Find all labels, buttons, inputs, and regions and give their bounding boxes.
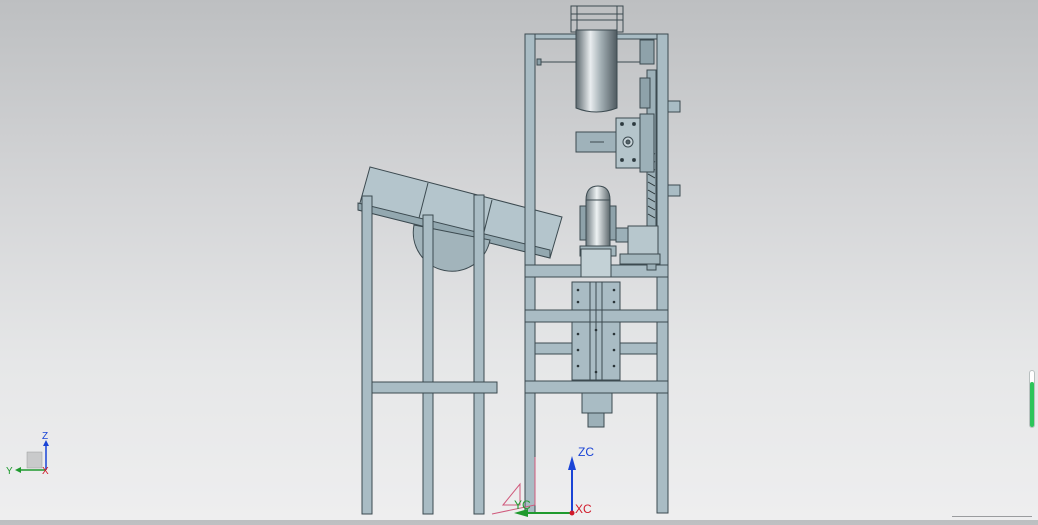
view-scroll-indicator[interactable] [1029,370,1035,428]
left-support-frame[interactable] [361,194,498,515]
scroll-indicator-fill [1030,382,1034,427]
linear-slide-column[interactable] [571,281,621,428]
zc-arrow-icon [568,456,576,470]
mini-z-label: Z [42,431,48,442]
datum-triad[interactable]: ZC YC XC [491,445,594,517]
xc-origin-icon [569,510,575,516]
view-orientation-triad[interactable]: Z Y X [6,431,49,477]
spool-drum[interactable] [536,5,655,113]
xc-label: XC [575,502,592,516]
mini-y-arrow-icon [15,467,21,473]
horizontal-actuator[interactable] [575,113,655,173]
triad-cube-icon [26,451,43,469]
yc-label: YC [514,498,531,512]
graphics-viewport[interactable]: ZC YC XC Z Y X [0,0,1038,520]
status-divider [952,516,1032,517]
cad-model-view[interactable]: ZC YC XC Z Y X [0,0,1038,520]
zc-label: ZC [578,445,594,459]
mini-y-label: Y [6,466,13,477]
mini-x-label: X [42,466,49,477]
